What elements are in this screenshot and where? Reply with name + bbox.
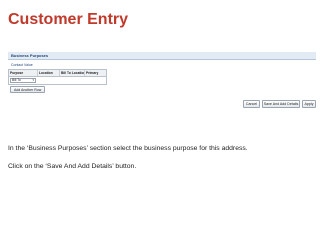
column-header-bill-to-location: Bill To Location [61,70,85,76]
apply-button[interactable]: Apply [302,100,316,108]
column-header-purpose: Purpose [9,70,38,76]
embedded-screenshot: Business Purposes Contact Value Purpose … [8,52,316,110]
column-header-primary: Primary [86,71,99,75]
chevron-down-icon: ▾ [32,78,34,82]
purpose-select[interactable]: Bill To ▾ [10,78,36,83]
add-another-row-button[interactable]: Add Another Row [10,86,46,93]
purpose-select-value: Bill To [12,78,21,82]
table-row: Bill To ▾ [9,77,106,84]
cancel-button[interactable]: Cancel [243,100,260,108]
column-header-location: Location [38,70,60,76]
save-and-add-details-button[interactable]: Save And Add Details [262,100,300,108]
business-purposes-table: Purpose Location Bill To Location Primar… [8,69,107,85]
instruction-text: In the ‘Business Purposes’ section selec… [8,145,248,152]
select-link[interactable]: Contact Value [11,63,33,67]
instruction-text: Click on the ‘Save And Add Details’ butt… [8,163,137,170]
page-title: Customer Entry [8,11,129,28]
section-header-business-purposes: Business Purposes [8,52,316,60]
table-header-row: Purpose Location Bill To Location Primar… [9,70,106,77]
